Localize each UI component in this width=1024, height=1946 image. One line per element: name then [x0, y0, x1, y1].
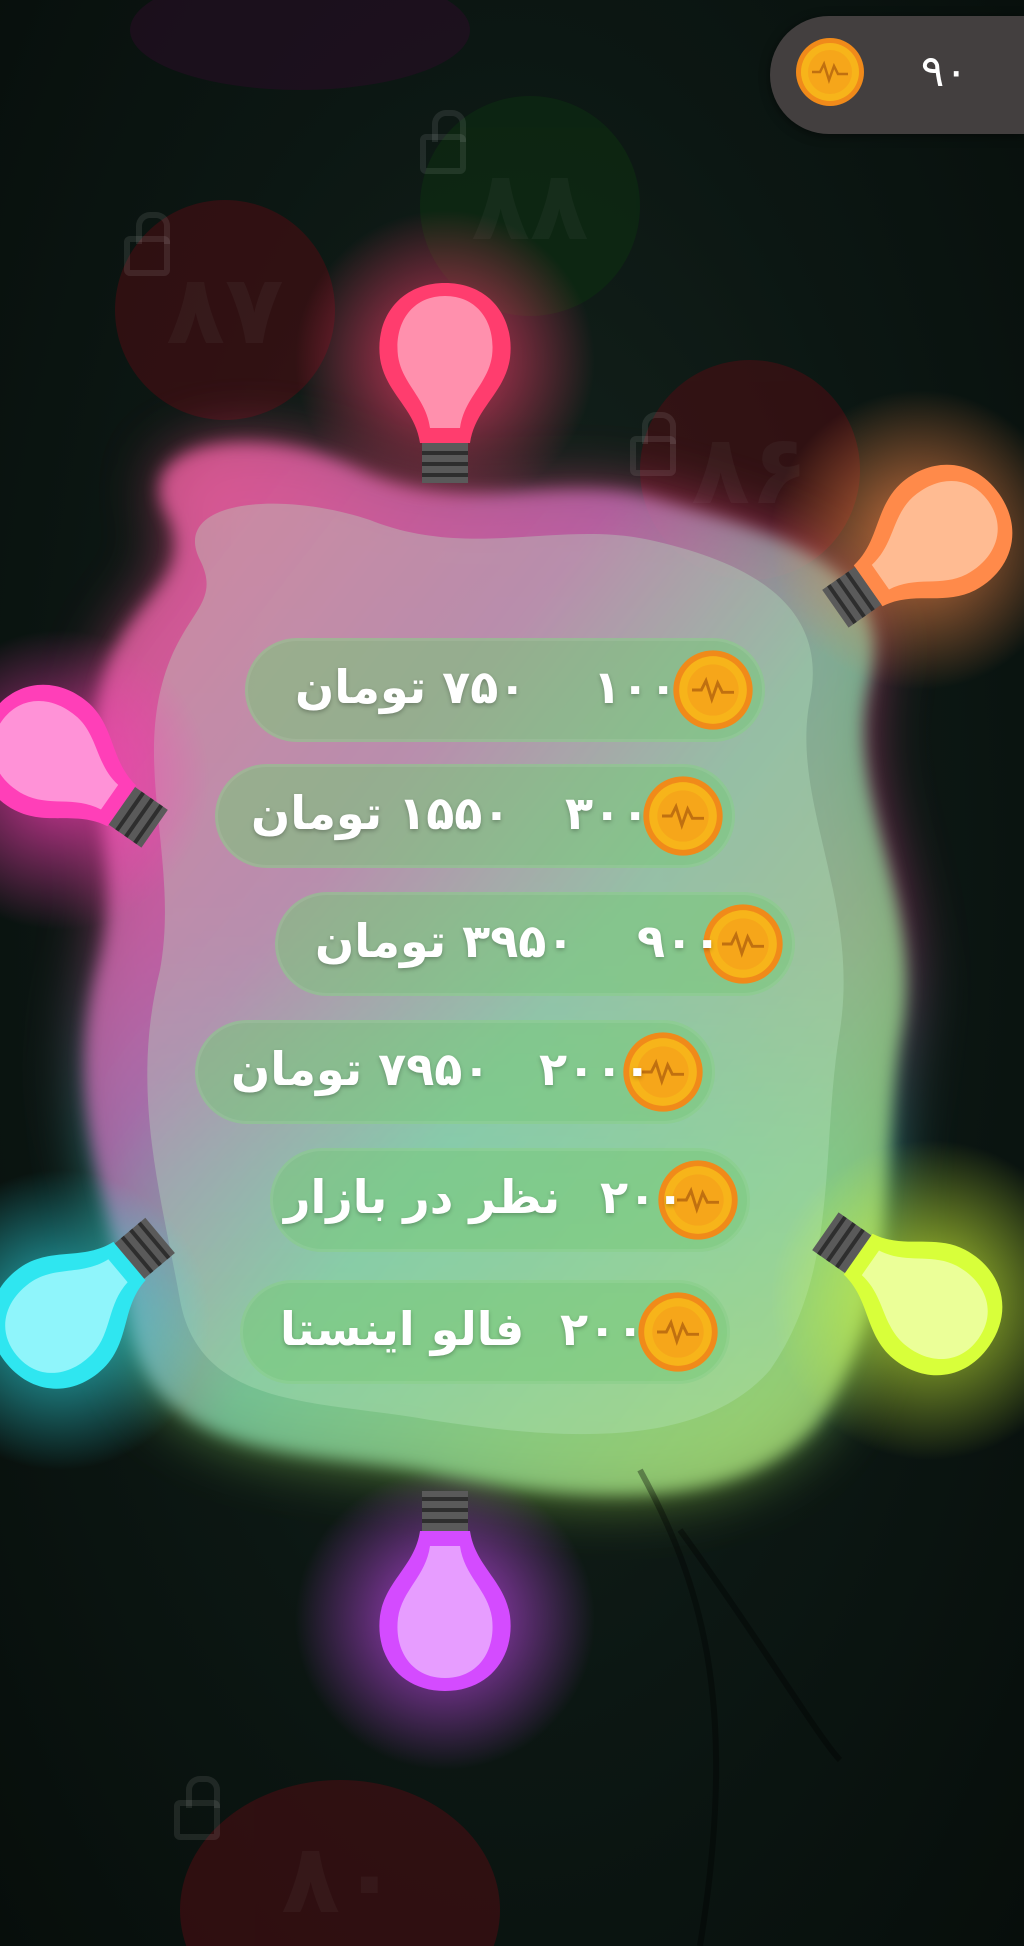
- coin-count: ۹۰: [920, 46, 968, 97]
- coin-icon: [673, 650, 753, 730]
- buy-coins-900-button[interactable]: ۹۰۰ ۳۹۵۰ تومان: [275, 892, 795, 996]
- price-label: ۷۵۰ تومان: [295, 660, 527, 714]
- coin-amount: ۹۰۰: [637, 914, 722, 968]
- reward-action-label: فالو اینستا: [280, 1302, 525, 1356]
- purple-light-bulb: [379, 1491, 511, 1691]
- coin-icon: [638, 1292, 718, 1372]
- coin-amount: ۲۰۰۰: [539, 1042, 652, 1096]
- red-light-bulb: [379, 283, 511, 483]
- buy-coins-2000-button[interactable]: ۲۰۰۰ ۷۹۵۰ تومان: [195, 1020, 715, 1124]
- rate-in-bazaar-button[interactable]: ۲۰۰ نظر در بازار: [270, 1148, 750, 1252]
- coin-amount: ۱۰۰: [593, 660, 678, 714]
- reward-action-label: نظر در بازار: [284, 1170, 561, 1224]
- price-label: ۳۹۵۰ تومان: [315, 914, 575, 968]
- coin-icon: [796, 38, 864, 106]
- coin-icon: [643, 776, 723, 856]
- coin-amount: ۳۰۰: [565, 786, 650, 840]
- coin-counter: ۹۰: [770, 16, 1024, 134]
- buy-coins-100-button[interactable]: ۱۰۰ ۷۵۰ تومان: [245, 638, 765, 742]
- price-label: ۱۵۵۰ تومان: [251, 786, 511, 840]
- price-label: ۷۹۵۰ تومان: [231, 1042, 491, 1096]
- game-screen: ۸۷ ۸۸ ۸۶ ۸۰ ۹۰ ۱۰۰ ۷۵۰ تومان ۳۰۰ ۱۵۵۰ تو…: [0, 0, 1024, 1946]
- follow-instagram-button[interactable]: ۲۰۰ فالو اینستا: [240, 1280, 730, 1384]
- coin-amount: ۲۰۰: [600, 1170, 685, 1224]
- coin-amount: ۲۰۰: [560, 1302, 645, 1356]
- buy-coins-300-button[interactable]: ۳۰۰ ۱۵۵۰ تومان: [215, 764, 735, 868]
